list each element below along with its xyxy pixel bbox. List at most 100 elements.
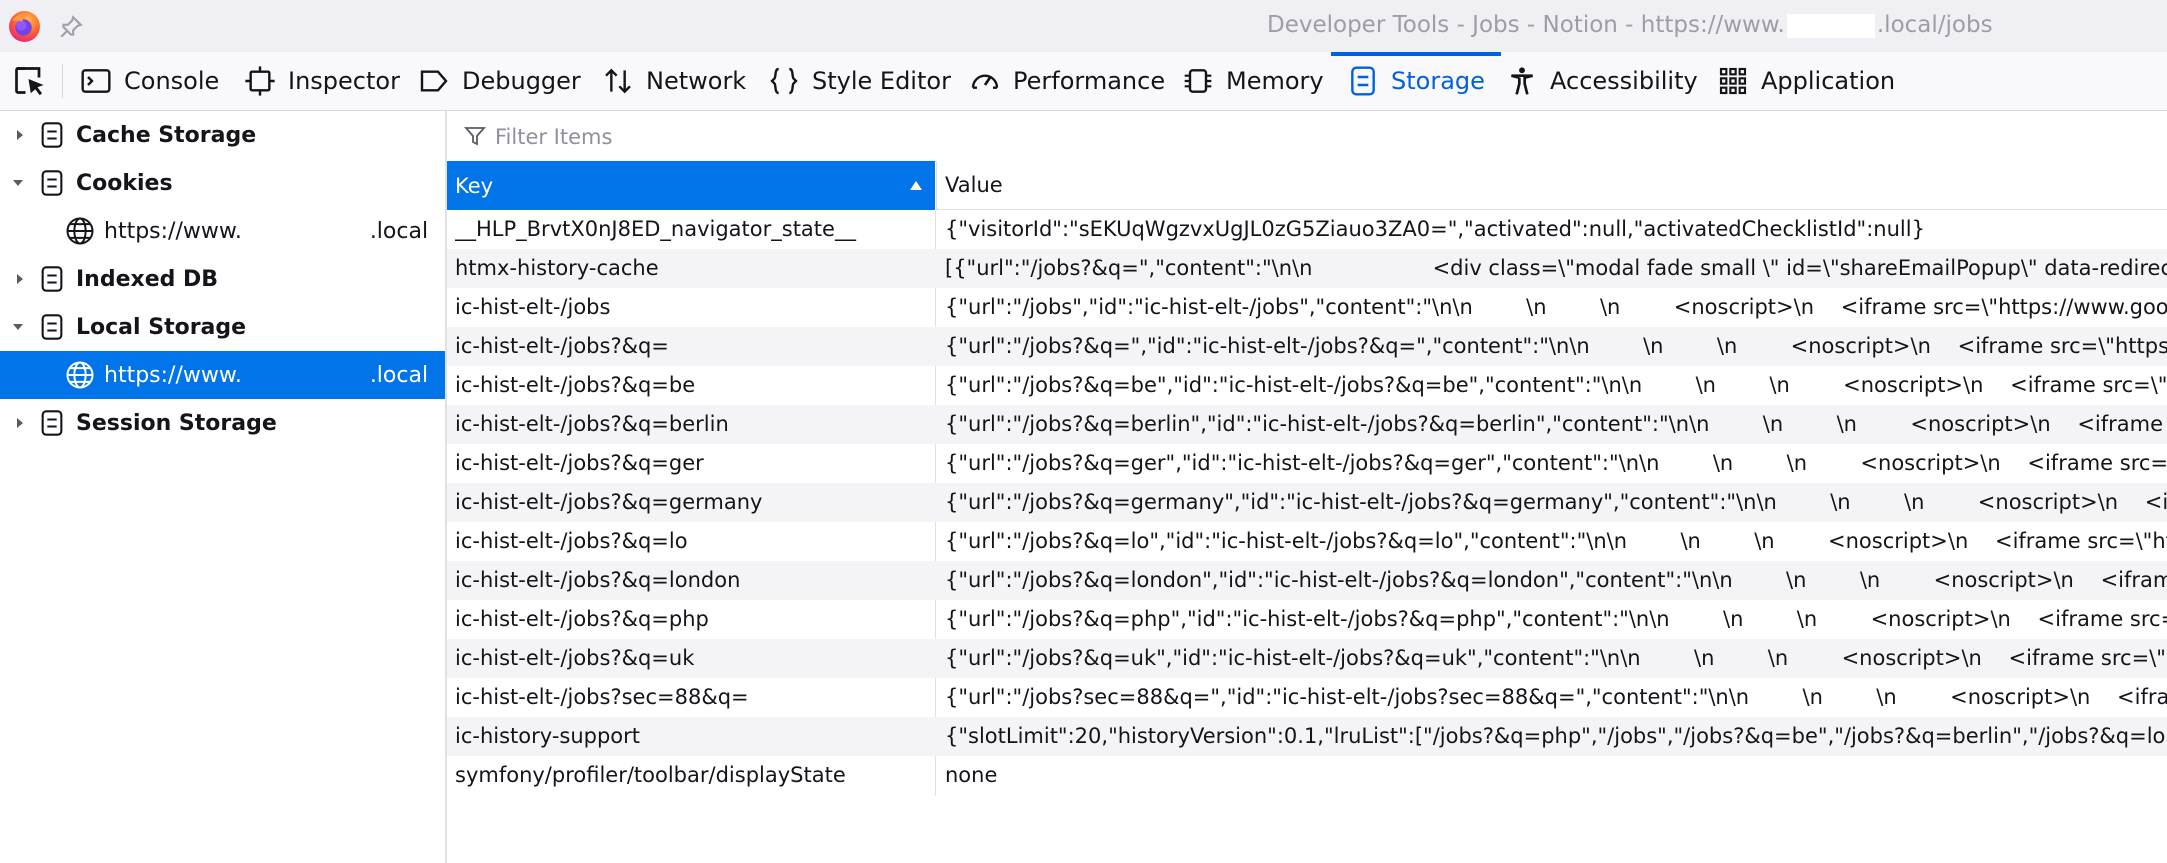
tab-performance[interactable]: Performance [969,52,1165,110]
storage-icon [41,266,63,292]
window-title-suffix: .local/jobs [1876,12,1993,38]
expand-arrow-icon[interactable] [12,127,28,143]
table-row[interactable]: ic-history-support {"slotLimit":20,"histo… [447,717,2167,756]
tree-item-label: Indexed DB [76,267,219,292]
tab-accessibility[interactable]: Accessibility [1506,52,1698,110]
expand-arrow-icon[interactable] [12,415,28,431]
column-header-key[interactable]: Key [447,161,935,210]
table-row[interactable]: ic-hist-elt-/jobs?&q=germany {"url":"/job… [447,483,2167,522]
cell-key: ic-hist-elt-/jobs?&q=php [455,607,709,631]
window-titlebar: Developer Tools - Jobs - Notion - https:… [0,0,2167,53]
cell-key: symfony/profiler/toolbar/displayState [455,763,846,787]
host-suffix: .local [369,363,429,388]
tab-memory[interactable]: Memory [1182,52,1324,110]
table-row[interactable]: ic-hist-elt-/jobs?&q=uk {"url":"/jobs?&q=… [447,639,2167,678]
tab-storage[interactable]: Storage [1331,52,1501,110]
tab-network[interactable]: Network [602,52,746,110]
collapse-arrow-icon[interactable] [10,319,26,335]
table-row[interactable]: ic-hist-elt-/jobs?&q= {"url":"/jobs?&q=",… [447,327,2167,366]
table-row[interactable]: ic-hist-elt-/jobs?&q=lo {"url":"/jobs?&q=… [447,522,2167,561]
host-label: https://www. .local [104,219,428,244]
inspector-icon [245,66,275,96]
column-header-value[interactable]: Value [936,161,2167,210]
tree-item-label: Session Storage [76,411,277,436]
table-row[interactable]: ic-hist-elt-/jobs?&q=ger {"url":"/jobs?&q… [447,444,2167,483]
cell-key: htmx-history-cache [455,256,659,280]
tab-application[interactable]: Application [1717,52,1895,110]
tab-label: Inspector [288,67,400,95]
cell-value: {"visitorId":"sEKUqWgzvxUgJL0zG5Ziauo3ZA… [945,217,1925,241]
storage-icon [41,314,63,340]
cell-key: __HLP_BrvtX0nJ8ED_navigator_state__ [455,217,856,241]
host-label: https://www. .local [104,363,428,388]
filter-items-input[interactable] [493,119,1397,155]
host-prefix: https://www. [104,363,242,388]
table-row[interactable]: ic-hist-elt-/jobs?&q=php {"url":"/jobs?&q… [447,600,2167,639]
element-picker-icon[interactable] [12,64,48,100]
table-row[interactable]: ic-hist-elt-/jobs?sec=88&q= {"url":"/jobs… [447,678,2167,717]
tab-label: Application [1761,67,1896,95]
tab-style-editor[interactable]: Style Editor [768,52,951,110]
tree-item-local-storage-host[interactable]: https://www. .local [0,351,445,399]
network-icon [605,68,631,94]
tree-item-cache-storage[interactable]: Cache Storage [0,111,445,159]
tab-console[interactable]: Console [80,52,219,110]
table-row[interactable]: symfony/profiler/toolbar/displayState non… [447,756,2167,795]
cell-key: ic-hist-elt-/jobs?&q=london [455,568,741,592]
performance-icon [971,74,999,89]
cell-value: none [945,763,998,787]
cell-value: {"url":"/jobs?&q=lo","id":"ic-hist-elt-/… [945,529,2167,553]
cell-value: {"url":"/jobs?&q=berlin","id":"ic-hist-e… [945,412,2167,436]
cell-value: {"url":"/jobs?&q=germany","id":"ic-hist-… [945,490,2167,514]
cell-value: {"url":"/jobs?&q=uk","id":"ic-hist-elt-/… [945,646,2167,670]
tab-label: Debugger [462,67,581,95]
filter-bar [447,111,2167,162]
table-row[interactable]: ic-hist-elt-/jobs?&q=london {"url":"/jobs… [447,561,2167,600]
tree-item-cookies-host[interactable]: https://www. .local [0,207,445,255]
console-icon [81,69,111,93]
storage-table: Key Value __HLP_BrvtX0nJ8ED_navigator_st… [447,161,2167,863]
application-icon [1719,67,1747,95]
firefox-logo-icon [9,11,40,42]
cell-value: {"url":"/jobs?&q=ger","id":"ic-hist-elt-… [945,451,2167,475]
style-editor-icon [770,67,798,95]
tab-label: Network [646,67,747,95]
column-header-label: Value [945,173,1003,197]
cell-value: {"url":"/jobs?&q=","id":"ic-hist-elt-/jo… [945,334,2167,358]
table-row[interactable]: ic-hist-elt-/jobs?&q=berlin {"url":"/jobs… [447,405,2167,444]
pin-icon[interactable] [58,14,84,40]
table-row[interactable]: ic-hist-elt-/jobs?&q=be {"url":"/jobs?&q=… [447,366,2167,405]
toolbar-separator [62,64,63,98]
expand-arrow-icon[interactable] [12,271,28,287]
table-row[interactable]: ic-hist-elt-/jobs {"url":"/jobs","id":"ic… [447,288,2167,327]
tab-inspector[interactable]: Inspector [244,52,400,110]
cell-key: ic-hist-elt-/jobs?&q=berlin [455,412,729,436]
tab-debugger[interactable]: Debugger [418,52,581,110]
collapse-arrow-icon[interactable] [10,175,26,191]
tree-item-label: Cookies [76,171,173,196]
cell-key: ic-hist-elt-/jobs?&q=be [455,373,696,397]
table-row[interactable]: htmx-history-cache [{"url":"/jobs?&q=","c… [447,249,2167,288]
cell-value: {"url":"/jobs?&q=php","id":"ic-hist-elt-… [945,607,2167,631]
cell-key: ic-hist-elt-/jobs [455,295,611,319]
tree-item-session-storage[interactable]: Session Storage [0,399,445,447]
tree-item-cookies[interactable]: Cookies [0,159,445,207]
storage-icon [1351,66,1375,96]
filter-icon [464,127,486,146]
cell-key: ic-hist-elt-/jobs?&q= [455,334,669,358]
table-row[interactable]: __HLP_BrvtX0nJ8ED_navigator_state__ {"vis… [447,210,2167,249]
tree-item-indexed-db[interactable]: Indexed DB [0,255,445,303]
cell-key: ic-hist-elt-/jobs?&q=ger [455,451,704,475]
storage-icon [41,122,63,148]
globe-icon [66,361,94,389]
debugger-icon [420,70,448,92]
window-title: Developer Tools - Jobs - Notion - https:… [1267,12,1993,38]
cell-key: ic-hist-elt-/jobs?&q=uk [455,646,695,670]
tab-label: Accessibility [1550,67,1698,95]
tree-item-local-storage[interactable]: Local Storage [0,303,445,351]
host-suffix: .local [369,219,429,244]
cell-value: [{"url":"/jobs?&q=","content":"\n\n <div… [945,256,2167,280]
accessibility-icon [1511,67,1533,95]
storage-tree-sidebar: Cache Storage Cookies https://www. .local… [0,111,447,863]
tab-label: Console [124,67,220,95]
